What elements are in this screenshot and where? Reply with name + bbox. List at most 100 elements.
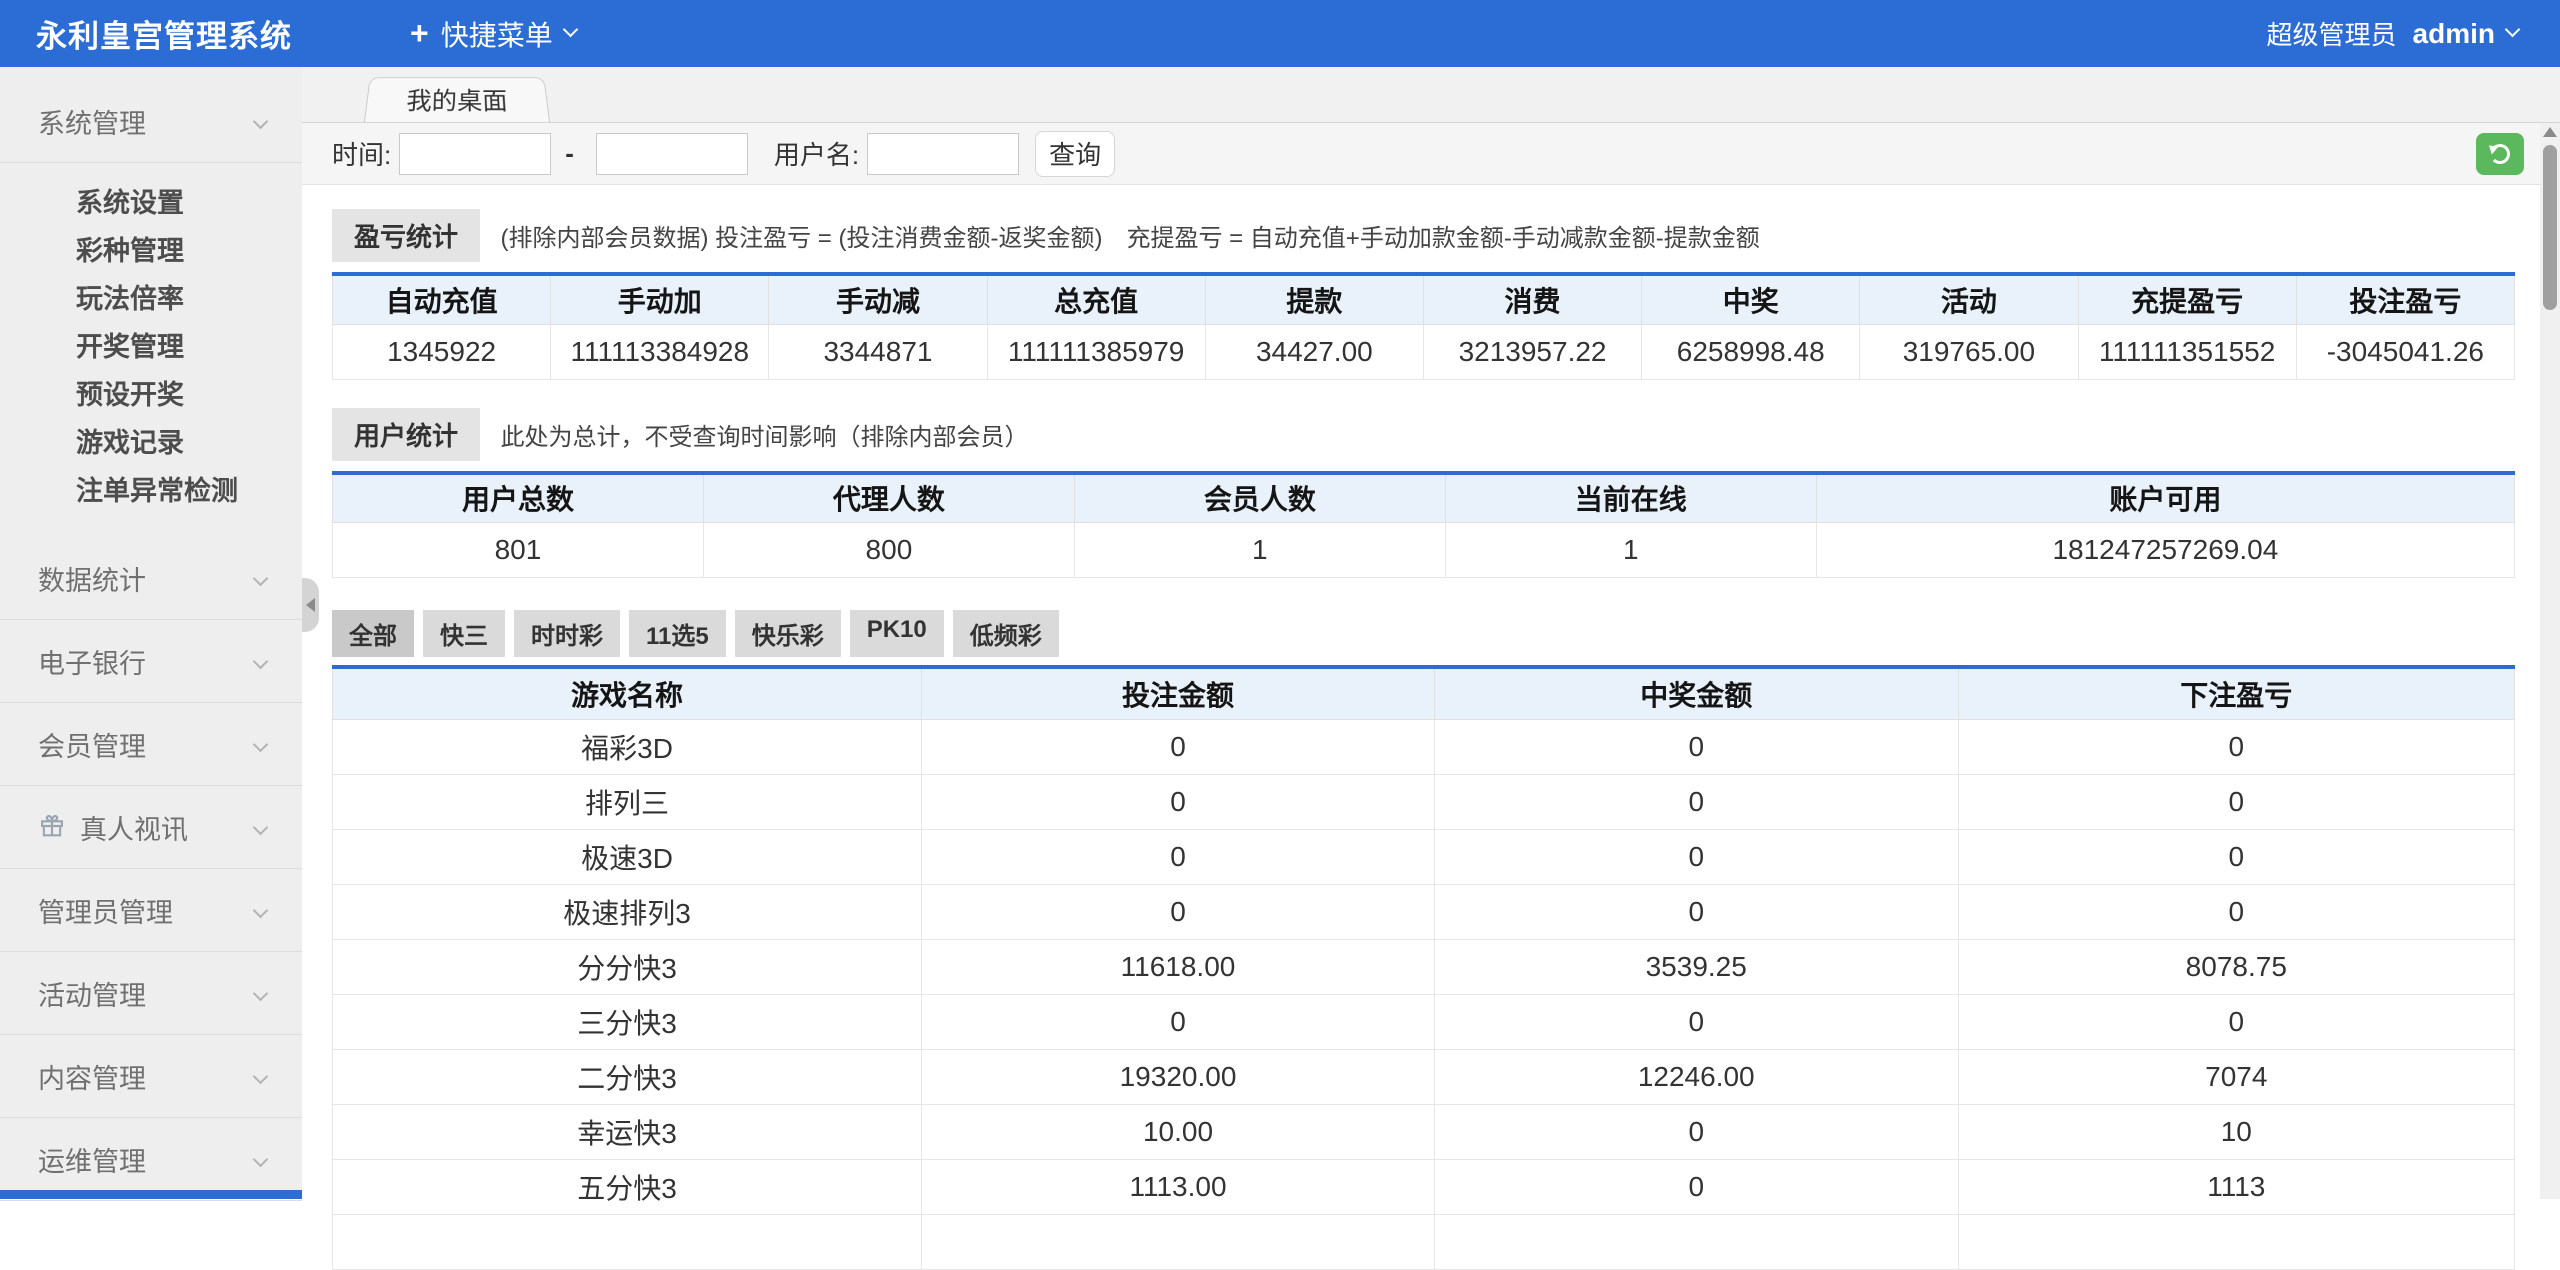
games-table-header-row: 游戏名称投注金额中奖金额下注盈亏 [333,667,2515,719]
game-cell: 0 [1434,994,1958,1049]
sidebar-group-label: 管理员管理 [38,891,173,930]
game-cell: 3539.25 [1434,939,1958,994]
sidebar-item-data-statistics[interactable]: 数据统计 [0,537,302,620]
collapse-arrow-icon [306,598,315,612]
column-header: 手动加 [551,274,769,324]
column-header: 游戏名称 [333,667,922,719]
column-header: 中奖 [1642,274,1860,324]
refresh-button[interactable] [2476,133,2524,175]
stat-value-cell: 34427.00 [1205,324,1423,379]
stat-value-cell: 181247257269.04 [1816,523,2514,578]
tab-shishicai[interactable]: 时时彩 [514,610,620,657]
sidebar-item-draw-management[interactable]: 开奖管理 [0,323,302,371]
profit-table-header-row: 自动充值手动加手动减总充值提款消费中奖活动充提盈亏投注盈亏 [333,274,2515,324]
column-header: 自动充值 [333,274,551,324]
sidebar-item-admin-management[interactable]: 管理员管理 [0,869,302,952]
username-label: admin [2413,18,2495,50]
game-cell: 0 [1434,1159,1958,1214]
profit-table-value-row: 1345922111113384928334487111111138597934… [333,324,2515,379]
game-cell: 0 [922,774,1435,829]
stat-value-cell: 800 [703,523,1074,578]
sidebar-group-label: 电子银行 [38,642,146,681]
user-note: 此处为总计，不受查询时间影响（排除内部会员） [500,424,1028,451]
time-from-input[interactable] [399,133,551,175]
game-cell [333,1214,922,1269]
game-cell: 分分快3 [333,939,922,994]
sidebar-group-label: 内容管理 [38,1057,146,1096]
stat-value-cell: 111113384928 [551,324,769,379]
user-role-label: 超级管理员 [2267,15,2397,52]
game-cell: 0 [1434,719,1958,774]
stat-value-cell: 319765.00 [1860,324,2078,379]
tab-label: 我的桌面 [405,83,508,118]
profit-section-header: 盈亏统计 (排除内部会员数据) 投注盈亏 = (投注消费金额-返奖金额) 充提盈… [332,209,2515,262]
game-cell: 1113.00 [922,1159,1435,1214]
game-cell: 19320.00 [922,1049,1435,1104]
sidebar-item-lottery-management[interactable]: 彩种管理 [0,227,302,275]
sidebar-item-system-management[interactable]: 系统管理 [0,80,302,163]
game-cell: 10 [1958,1104,2514,1159]
game-cell: 0 [1434,884,1958,939]
column-header: 用户总数 [333,473,704,523]
column-header: 代理人数 [703,473,1074,523]
plus-icon: + [410,15,429,52]
game-cell: 五分快3 [333,1159,922,1214]
sidebar-item-e-banking[interactable]: 电子银行 [0,620,302,703]
game-cell: 0 [1434,1104,1958,1159]
time-to-input[interactable] [596,133,748,175]
scroll-up-icon[interactable] [2543,127,2557,137]
tab-kuaisan[interactable]: 快三 [423,610,505,657]
game-cell: 二分快3 [333,1049,922,1104]
column-header: 投注盈亏 [2296,274,2514,324]
game-cell: 0 [1958,829,2514,884]
tab-dipincai[interactable]: 低频彩 [953,610,1059,657]
user-menu[interactable]: 超级管理员 admin [2267,15,2518,52]
sidebar-item-live-video[interactable]: 真人视讯 [0,786,302,869]
search-button[interactable]: 查询 [1035,131,1115,177]
tab-all[interactable]: 全部 [332,610,414,657]
scrollbar-thumb[interactable] [2543,145,2557,310]
chevron-down-icon [253,1152,269,1168]
sidebar-item-ops-management[interactable]: 运维管理 [0,1118,302,1201]
column-header: 提款 [1205,274,1423,324]
game-cell: 8078.75 [1958,939,2514,994]
sidebar-group-label: 数据统计 [38,559,146,598]
sidebar-item-preset-draw[interactable]: 预设开奖 [0,371,302,419]
games-table: 游戏名称投注金额中奖金额下注盈亏 福彩3D000排列三000极速3D000极速排… [332,665,2515,1270]
column-header: 消费 [1423,274,1641,324]
sidebar-group-label: 会员管理 [38,725,146,764]
game-cell: 0 [1434,829,1958,884]
stat-value-cell: 3344871 [769,324,987,379]
column-header: 账户可用 [1816,473,2514,523]
tab-11xuan5[interactable]: 11选5 [629,610,726,657]
column-header: 会员人数 [1074,473,1445,523]
tab-kuailecai[interactable]: 快乐彩 [735,610,841,657]
sidebar-item-member-management[interactable]: 会员管理 [0,703,302,786]
quick-menu-button[interactable]: + 快捷菜单 [410,14,576,54]
sidebar-group-label: 运维管理 [38,1140,146,1179]
tab-pk10[interactable]: PK10 [850,610,944,657]
column-header: 充提盈亏 [2078,274,2296,324]
user-table-value-row: 80180011181247257269.04 [333,523,2515,578]
sidebar-footer-bar [0,1190,302,1199]
sidebar-item-activity-management[interactable]: 活动管理 [0,952,302,1035]
game-cell: 0 [1958,719,2514,774]
stat-value-cell: 111111351552 [2078,324,2296,379]
game-cell: 7074 [1958,1049,2514,1104]
chevron-down-icon [253,737,269,753]
user-badge: 用户统计 [332,408,480,461]
game-cell: 三分快3 [333,994,922,1049]
table-row: 五分快31113.0001113 [333,1159,2515,1214]
sidebar-item-system-settings[interactable]: 系统设置 [0,179,302,227]
stat-value-cell: 1 [1074,523,1445,578]
sidebar-item-abnormal-bet-detection[interactable]: 注单异常检测 [0,467,302,515]
sidebar-item-play-odds[interactable]: 玩法倍率 [0,275,302,323]
game-cell: 排列三 [333,774,922,829]
game-cell [922,1214,1435,1269]
sidebar-collapse-handle[interactable] [302,578,319,632]
user-table-header-row: 用户总数代理人数会员人数当前在线账户可用 [333,473,2515,523]
tab-my-desktop[interactable]: 我的桌面 [364,77,550,122]
username-input[interactable] [867,133,1019,175]
sidebar-item-game-records[interactable]: 游戏记录 [0,419,302,467]
sidebar-item-content-management[interactable]: 内容管理 [0,1035,302,1118]
